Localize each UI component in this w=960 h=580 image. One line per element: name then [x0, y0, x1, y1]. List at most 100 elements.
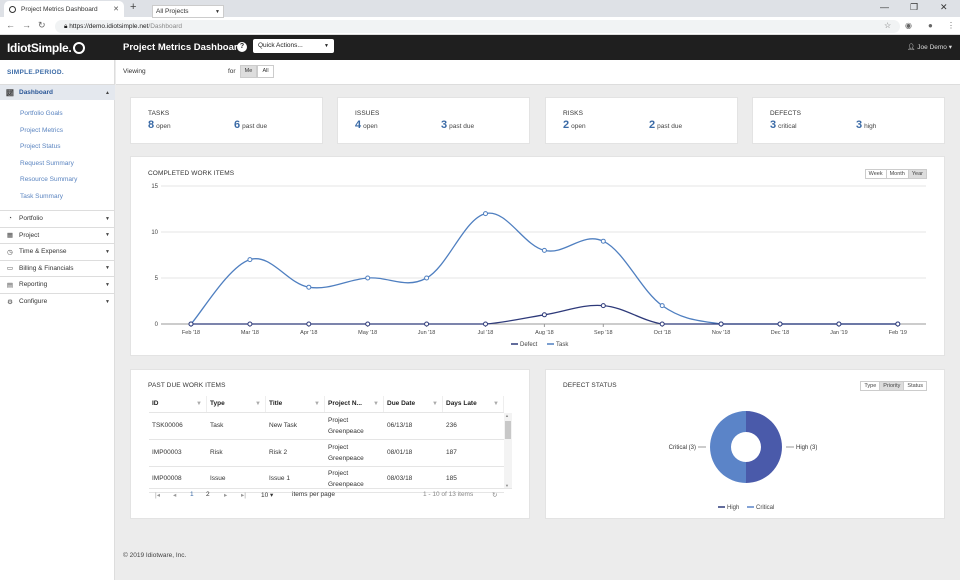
summary-card-issues[interactable]: ISSUES 4 open 3 past due [337, 97, 530, 144]
data-point-defect[interactable] [659, 321, 665, 327]
x-tick-label: Jan '19 [830, 330, 848, 336]
page-2[interactable]: 2 [206, 491, 210, 498]
data-point-task[interactable] [600, 238, 606, 244]
donut-slice-high[interactable] [746, 411, 782, 483]
donut-slice-critical[interactable] [710, 411, 746, 483]
bookmark-star-icon[interactable]: ☆ [884, 21, 891, 30]
for-label: for [228, 68, 236, 75]
filter-icon[interactable]: ▼ [196, 396, 202, 412]
column-header-5[interactable]: Days Late ▼ [443, 396, 504, 412]
close-tab-icon[interactable]: ✕ [113, 5, 119, 13]
sidebar-subitem-resource-summary[interactable]: Resource Summary [20, 176, 77, 183]
metric-value: 6 [234, 119, 241, 131]
url-field[interactable]: 🔒︎ https://demo.idiotsimple.net/Dashboar… [55, 20, 900, 33]
legend-label: Defect [520, 342, 538, 348]
data-point-defect[interactable] [483, 321, 488, 327]
page-size-select[interactable]: 10 ▾ [261, 491, 273, 499]
prev-page-icon[interactable]: ◂ [173, 491, 176, 499]
column-header-3[interactable]: Project N... ▼ [325, 396, 384, 412]
close-window-icon[interactable]: ✕ [940, 2, 948, 13]
data-point-defect[interactable] [718, 321, 724, 327]
table-cell: 236 [446, 422, 457, 429]
y-tick-label: 0 [155, 322, 159, 328]
back-icon[interactable]: ← [6, 20, 15, 30]
data-point-task[interactable] [365, 275, 371, 281]
quick-actions-dropdown[interactable]: Quick Actions... ▼ [253, 39, 334, 53]
sidebar-item-dashboard[interactable]: 📈︎ Dashboard ▲ [0, 84, 115, 100]
scroll-up-icon[interactable]: ▲ [505, 413, 509, 418]
data-point-defect[interactable] [541, 312, 547, 318]
summary-card-risks[interactable]: RISKS 2 open 2 past due [545, 97, 738, 144]
sidebar-subitem-request-summary[interactable]: Request Summary [20, 160, 74, 167]
x-tick-label: Sep '18 [594, 330, 612, 336]
table-scrollbar[interactable]: ▲ ▼ [504, 413, 512, 488]
sidebar-item-billing-financials[interactable]: ▭ Billing & Financials ▼ [0, 259, 115, 276]
profile-avatar-icon[interactable]: ● [928, 21, 933, 30]
scroll-thumb[interactable] [505, 421, 511, 439]
data-point-defect[interactable] [306, 321, 312, 327]
data-point-task[interactable] [541, 247, 547, 253]
metric-value: 3 [856, 119, 863, 131]
data-point-defect[interactable] [836, 321, 842, 327]
extension-icon[interactable]: ◉ [905, 21, 912, 30]
table-cell: 06/13/18 [387, 422, 413, 429]
sidebar-item-portfolio[interactable]: ◔ Portfolio ▼ [0, 210, 115, 226]
summary-card-tasks[interactable]: TASKS 8 open 6 past due [130, 97, 323, 144]
quick-actions-label: Quick Actions... [258, 42, 303, 49]
first-page-icon[interactable]: |◂ [155, 491, 160, 499]
data-point-task[interactable] [247, 257, 253, 263]
restore-icon[interactable]: ❐ [910, 2, 918, 13]
project-select[interactable]: All Projects ▼ [152, 5, 224, 18]
help-icon[interactable]: ? [237, 42, 247, 52]
column-header-0[interactable]: ID ▼ [149, 396, 207, 412]
data-point-defect[interactable] [600, 303, 606, 309]
data-point-task[interactable] [483, 211, 488, 217]
new-tab-icon[interactable]: + [130, 1, 136, 13]
chevron-down-icon: ▼ [105, 215, 110, 222]
reload-icon[interactable]: ↻ [38, 20, 46, 31]
user-menu[interactable]: 👤︎ Joe Demo ▾ [907, 43, 952, 51]
next-page-icon[interactable]: ▸ [224, 491, 227, 499]
all-toggle[interactable]: All [257, 65, 274, 78]
data-point-task[interactable] [659, 303, 665, 309]
page-1[interactable]: 1 [190, 491, 194, 498]
table-cell: Project Greenpeace [328, 470, 364, 488]
sidebar-subitem-project-metrics[interactable]: Project Metrics [20, 127, 63, 134]
browser-tab[interactable]: Project Metrics Dashboard ✕ [4, 1, 124, 17]
filter-icon[interactable]: ▼ [373, 396, 379, 412]
sidebar-subitem-project-status[interactable]: Project Status [20, 143, 60, 150]
filter-icon[interactable]: ▼ [314, 396, 320, 412]
data-point-defect[interactable] [188, 321, 194, 327]
filter-icon[interactable]: ▼ [255, 396, 261, 412]
last-page-icon[interactable]: ▸| [241, 491, 246, 499]
data-point-task[interactable] [424, 275, 430, 281]
sidebar-item-reporting[interactable]: ▤ Reporting ▼ [0, 276, 115, 292]
browser-menu-icon[interactable]: ⋮ [947, 21, 955, 30]
me-toggle[interactable]: Me [240, 65, 257, 78]
sidebar-subitem-portfolio-goals[interactable]: Portfolio Goals [20, 110, 63, 117]
column-header-1[interactable]: Type ▼ [207, 396, 266, 412]
minimize-icon[interactable]: — [880, 2, 889, 12]
forward-icon[interactable]: → [22, 20, 31, 30]
data-point-defect[interactable] [247, 321, 253, 327]
logo[interactable]: IdiotSimple. [7, 41, 86, 55]
column-header-4[interactable]: Due Date ▼ [384, 396, 443, 412]
refresh-icon[interactable]: ↻ [492, 491, 497, 499]
sidebar-item-time-expense[interactable]: ◷ Time & Expense ▼ [0, 243, 115, 259]
past-due-title: PAST DUE WORK ITEMS [148, 382, 226, 389]
table-cell: Project Greenpeace [328, 443, 364, 462]
data-point-defect[interactable] [777, 321, 783, 327]
data-point-task[interactable] [306, 284, 312, 290]
metric-label: past due [242, 123, 268, 130]
data-point-defect[interactable] [895, 321, 901, 327]
filter-icon[interactable]: ▼ [493, 396, 499, 412]
summary-card-defects[interactable]: DEFECTS 3 critical 3 high [752, 97, 945, 144]
data-point-defect[interactable] [424, 321, 430, 327]
filter-icon[interactable]: ▼ [432, 396, 438, 412]
data-point-defect[interactable] [365, 321, 371, 327]
sidebar-subitem-task-summary[interactable]: Task Summary [20, 193, 63, 200]
sidebar-item-project[interactable]: ▦ Project ▼ [0, 226, 115, 243]
column-header-2[interactable]: Title ▼ [266, 396, 325, 412]
sidebar-item-configure[interactable]: ⚙ Configure ▼ [0, 293, 115, 309]
summary-metric-b: 3 past due [441, 119, 474, 131]
